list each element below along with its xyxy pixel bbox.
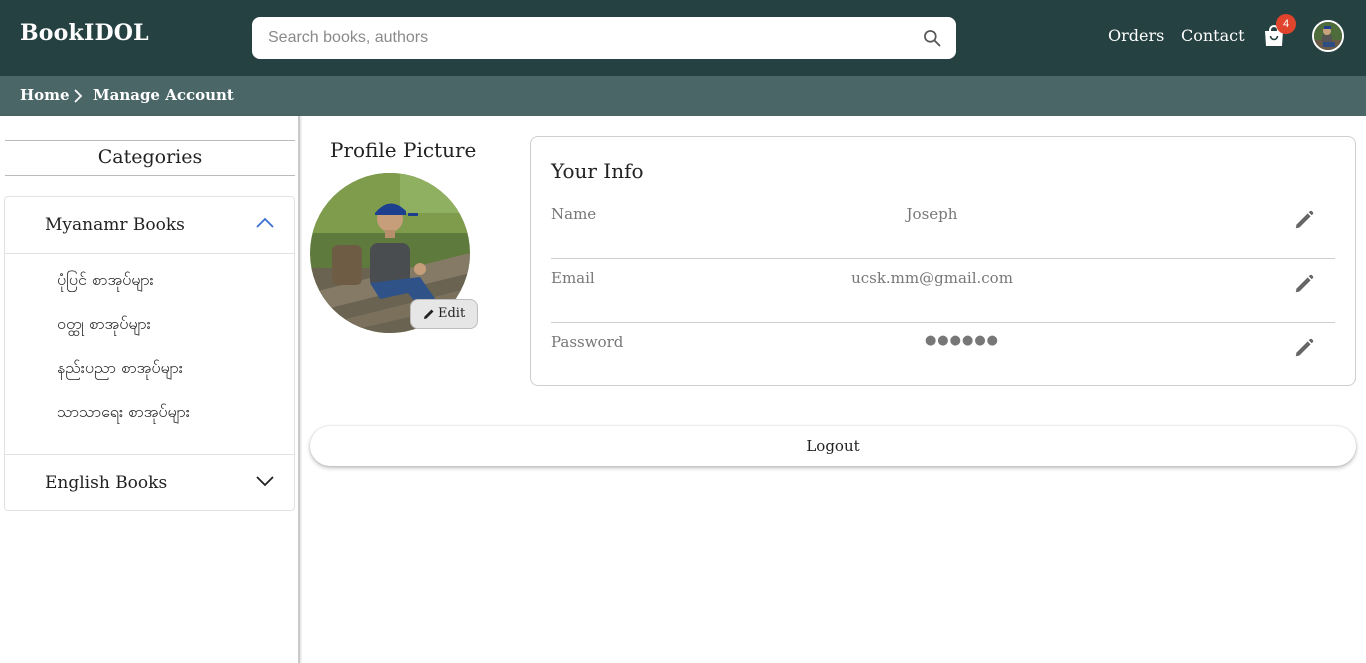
breadcrumb: Home Manage Account (0, 76, 1366, 116)
user-avatar[interactable] (1312, 20, 1344, 52)
edit-email-pencil-icon[interactable] (1293, 273, 1315, 295)
accordion-myanmar-books[interactable]: Myanamr Books (5, 197, 294, 253)
category-accordion: Myanamr Books ပုံပြင် စာအုပ်များ ဝတ္ထု စ… (4, 196, 295, 511)
category-item-religion[interactable]: သာသာရေး စာအုပ်များ (57, 401, 190, 425)
categories-title: Categories (97, 146, 203, 168)
nav-orders-link[interactable]: Orders (1108, 26, 1164, 45)
info-row-password: Password ●●●●●● (551, 323, 1335, 387)
logout-button[interactable]: Logout (310, 426, 1356, 466)
info-row-name: Name Joseph (551, 195, 1335, 259)
nav-contact-link[interactable]: Contact (1181, 26, 1245, 45)
search-input[interactable] (268, 17, 908, 59)
info-label: Name (551, 205, 597, 223)
edit-password-pencil-icon[interactable] (1293, 337, 1315, 359)
chevron-down-icon[interactable] (256, 475, 274, 487)
info-label: Password (551, 333, 624, 351)
cart-count-badge: 4 (1276, 14, 1296, 34)
info-row-email: Email ucsk.mm@gmail.com (551, 259, 1335, 323)
pencil-icon (424, 309, 434, 319)
edit-name-pencil-icon[interactable] (1293, 209, 1315, 231)
info-label: Email (551, 269, 595, 287)
accordion-label: English Books (45, 473, 168, 493)
your-info-title: Your Info (551, 159, 644, 183)
categories-heading-box: Categories (5, 140, 295, 176)
edit-label: Edit (438, 306, 466, 321)
chevron-up-icon[interactable] (256, 217, 274, 229)
profile-picture-title: Profile Picture (330, 138, 477, 162)
edit-profile-picture-button[interactable]: Edit (410, 299, 478, 329)
brand-logo[interactable]: BookIDOL (20, 20, 149, 46)
accordion-english-books[interactable]: English Books (5, 455, 294, 511)
search-icon[interactable] (922, 28, 942, 48)
info-value: Joseph (906, 205, 958, 223)
breadcrumb-home-link[interactable]: Home (20, 86, 70, 104)
info-value: ucsk.mm@gmail.com (851, 269, 1013, 287)
category-item-tales[interactable]: ပုံပြင် စာအုပ်များ (57, 269, 154, 293)
category-item-novels[interactable]: ဝတ္ထု စာအုပ်များ (57, 313, 151, 337)
top-navbar: BookIDOL Orders Contact 4 (0, 0, 1366, 76)
password-mask: ●●●●●● (924, 333, 1000, 348)
category-sidebar: Categories Myanamr Books ပုံပြင် စာအုပ်မ… (0, 116, 300, 663)
breadcrumb-current: Manage Account (93, 86, 234, 104)
search-bar (252, 17, 956, 59)
your-info-card: Your Info Name Joseph Email ucsk.mm@gmai… (530, 136, 1356, 386)
category-item-technology[interactable]: နည်းပညာ စာအုပ်များ (57, 357, 183, 381)
chevron-right-icon (74, 89, 83, 103)
accordion-label: Myanamr Books (45, 215, 185, 235)
divider (5, 253, 294, 254)
